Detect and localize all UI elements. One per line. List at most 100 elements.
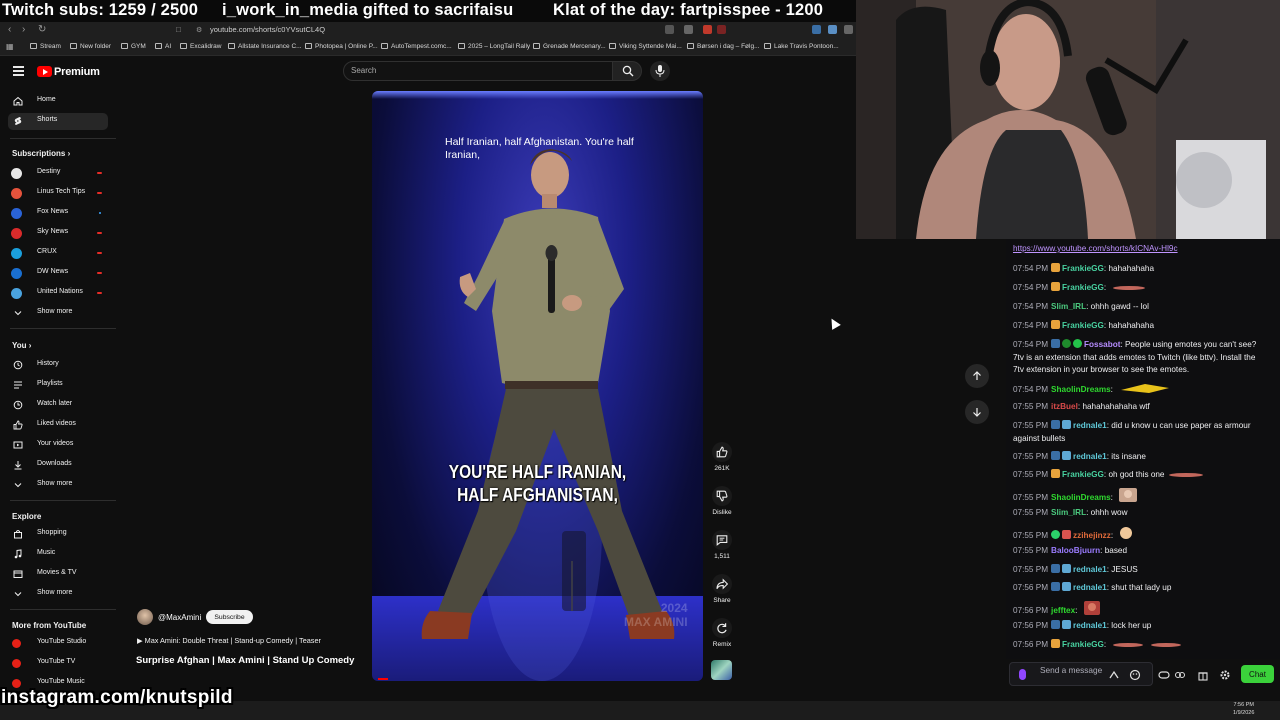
subscriptions-header[interactable]: Subscriptions › bbox=[12, 149, 70, 158]
sidebar-item-shorts[interactable]: Shorts bbox=[8, 113, 108, 130]
sub-badge-icon bbox=[1062, 582, 1072, 591]
apps-icon[interactable]: ▦ bbox=[6, 42, 14, 51]
search-input[interactable] bbox=[351, 66, 601, 75]
video-progress-bar[interactable] bbox=[378, 678, 388, 680]
sidebar-item-dw-news[interactable]: DW News bbox=[8, 265, 108, 282]
sub-badge-icon bbox=[1051, 639, 1061, 648]
remix-button[interactable]: Remix bbox=[710, 618, 734, 648]
extension-icon[interactable] bbox=[684, 25, 693, 34]
emote-icon bbox=[1083, 601, 1100, 620]
extension-icon[interactable] bbox=[828, 25, 837, 34]
bookmark-item[interactable]: Viking Syttende Mai... bbox=[609, 43, 682, 50]
extension-icon[interactable] bbox=[665, 25, 674, 34]
chat-message: 07:55 PM ShaolinDreams: bbox=[1013, 488, 1260, 507]
sidebar-item-sky-news[interactable]: Sky News bbox=[8, 225, 108, 242]
related-video-link[interactable]: ▶ Max Amini: Double Threat | Stand-up Co… bbox=[137, 636, 321, 645]
comments-button[interactable]: 1,511 bbox=[710, 530, 734, 560]
check-badge-icon bbox=[1073, 339, 1083, 348]
settings-gear-icon[interactable] bbox=[1219, 668, 1231, 680]
gift-icon[interactable] bbox=[1197, 668, 1209, 681]
forward-icon[interactable]: › bbox=[22, 24, 25, 35]
sidebar-item-crux[interactable]: CRUX bbox=[8, 245, 108, 262]
bookmark-item[interactable]: Grenade Mercenary... bbox=[533, 43, 606, 50]
bookmark-item[interactable]: Stream bbox=[30, 43, 61, 50]
sidebar-item-home[interactable]: Home bbox=[8, 93, 108, 110]
shorts-video-player[interactable]: Half Iranian, half Afghanistan. You're h… bbox=[372, 91, 703, 681]
next-short-button[interactable] bbox=[965, 400, 989, 424]
sidebar-item-music[interactable]: Music bbox=[8, 546, 108, 563]
live-indicator-icon bbox=[97, 172, 102, 174]
bookmark-item[interactable]: GYM bbox=[121, 43, 146, 50]
thumbs-up-icon bbox=[716, 446, 728, 458]
search-box[interactable] bbox=[343, 61, 613, 81]
voice-search-button[interactable] bbox=[650, 61, 670, 81]
extension-icon[interactable] bbox=[844, 25, 853, 34]
show-more-explore[interactable]: Show more bbox=[8, 586, 108, 603]
auto-caption: Half Iranian, half Afghanistan. You're h… bbox=[445, 136, 634, 161]
play-icon: ▶ bbox=[137, 636, 145, 645]
sidebar-item-movies-tv[interactable]: Movies & TV bbox=[8, 566, 108, 583]
sidebar-item-history[interactable]: History bbox=[8, 357, 108, 374]
sidebar-item-united-nations[interactable]: United Nations bbox=[8, 285, 108, 302]
channel-name[interactable]: @MaxAmini bbox=[158, 613, 201, 622]
chat-link[interactable]: https://www.youtube.com/shorts/kICNAv-Hl… bbox=[1013, 244, 1178, 253]
channel-avatar[interactable] bbox=[137, 609, 153, 625]
bookmark-item[interactable]: AI bbox=[155, 43, 171, 50]
address-bar: ‹ › ↻ □ ⚙ youtube.com/shorts/c0YVsutCL4Q bbox=[0, 22, 856, 38]
sidebar-item-fox-news[interactable]: Fox News bbox=[8, 205, 108, 222]
dislike-button[interactable]: Dislike bbox=[710, 486, 734, 516]
sub-badge-icon bbox=[1062, 620, 1072, 629]
system-clock[interactable]: 7:56 PM 1/9/2026 bbox=[1233, 702, 1254, 717]
sidebar-item-liked-videos[interactable]: Liked videos bbox=[8, 417, 108, 434]
chat-send-button[interactable]: Chat bbox=[1241, 665, 1274, 683]
emote-picker-icon[interactable] bbox=[1108, 668, 1120, 680]
sidebar-item-your-videos[interactable]: Your videos bbox=[8, 437, 108, 454]
extension-icon[interactable] bbox=[717, 25, 726, 34]
sidebar-item-playlists[interactable]: Playlists bbox=[8, 377, 108, 394]
sidebar-item-destiny[interactable]: Destiny bbox=[8, 165, 108, 182]
search-button[interactable] bbox=[612, 61, 642, 81]
chat-message: 07:55 PM rednale1: did u know u can use p… bbox=[1013, 420, 1251, 443]
back-icon[interactable]: ‹ bbox=[8, 24, 11, 35]
show-more-you[interactable]: Show more bbox=[8, 477, 108, 494]
you-header[interactable]: You › bbox=[12, 341, 31, 350]
bookmark-icon[interactable]: □ bbox=[176, 25, 181, 34]
microphone-icon[interactable] bbox=[1019, 669, 1026, 680]
emote-icon bbox=[1168, 471, 1204, 484]
bookmark-item[interactable]: Børsen i dag – Følg... bbox=[687, 43, 760, 50]
extension-icon[interactable] bbox=[1158, 668, 1170, 680]
sidebar-item-youtube-studio[interactable]: YouTube Studio bbox=[8, 635, 108, 652]
bookmark-item[interactable]: New folder bbox=[70, 43, 111, 50]
bookmark-item[interactable]: Photopea | Online P... bbox=[305, 43, 378, 50]
sidebar-item-shopping[interactable]: Shopping bbox=[8, 526, 108, 543]
sidebar-item-watch-later[interactable]: Watch later bbox=[8, 397, 108, 414]
watch-later-icon bbox=[13, 400, 23, 410]
youtube-brand[interactable]: Premium bbox=[54, 66, 100, 78]
channel-avatar bbox=[11, 288, 22, 299]
sidebar-item-youtube-tv[interactable]: YouTube TV bbox=[8, 655, 108, 672]
klat-of-the-day: Klat of the day: fartpisspee - 1200 bbox=[553, 1, 824, 19]
bookmark-item[interactable]: Excalidraw bbox=[180, 43, 221, 50]
extension-icon[interactable] bbox=[812, 25, 821, 34]
share-button[interactable]: Share bbox=[710, 574, 734, 604]
menu-icon[interactable] bbox=[13, 66, 24, 76]
bookmark-item[interactable]: Allstate Insurance C... bbox=[228, 43, 302, 50]
bookmark-item[interactable]: 2025 – LongTail Rally bbox=[458, 43, 530, 50]
link-icon[interactable] bbox=[1174, 668, 1186, 680]
bookmark-item[interactable]: AutoTempest.comc... bbox=[381, 43, 452, 50]
youtube-logo-icon[interactable] bbox=[37, 66, 52, 77]
sub-badge-icon bbox=[1051, 469, 1061, 478]
site-settings-icon[interactable]: ⚙ bbox=[196, 26, 202, 34]
subscribe-button[interactable]: Subscribe bbox=[206, 610, 253, 624]
show-more-subscriptions[interactable]: Show more bbox=[8, 305, 108, 322]
sidebar-item-downloads[interactable]: Downloads bbox=[8, 457, 108, 474]
reload-icon[interactable]: ↻ bbox=[38, 24, 46, 35]
previous-short-button[interactable] bbox=[965, 364, 989, 388]
emoji-icon[interactable] bbox=[1129, 668, 1141, 681]
sidebar-item-linus-tech-tips[interactable]: Linus Tech Tips bbox=[8, 185, 108, 202]
sound-thumbnail[interactable] bbox=[711, 660, 732, 680]
like-button[interactable]: 261K bbox=[710, 442, 734, 472]
bookmark-item[interactable]: Lake Travis Pontoon... bbox=[764, 43, 839, 50]
url-field[interactable]: youtube.com/shorts/c0YVsutCL4Q bbox=[210, 25, 325, 34]
extension-icon[interactable] bbox=[703, 25, 712, 34]
